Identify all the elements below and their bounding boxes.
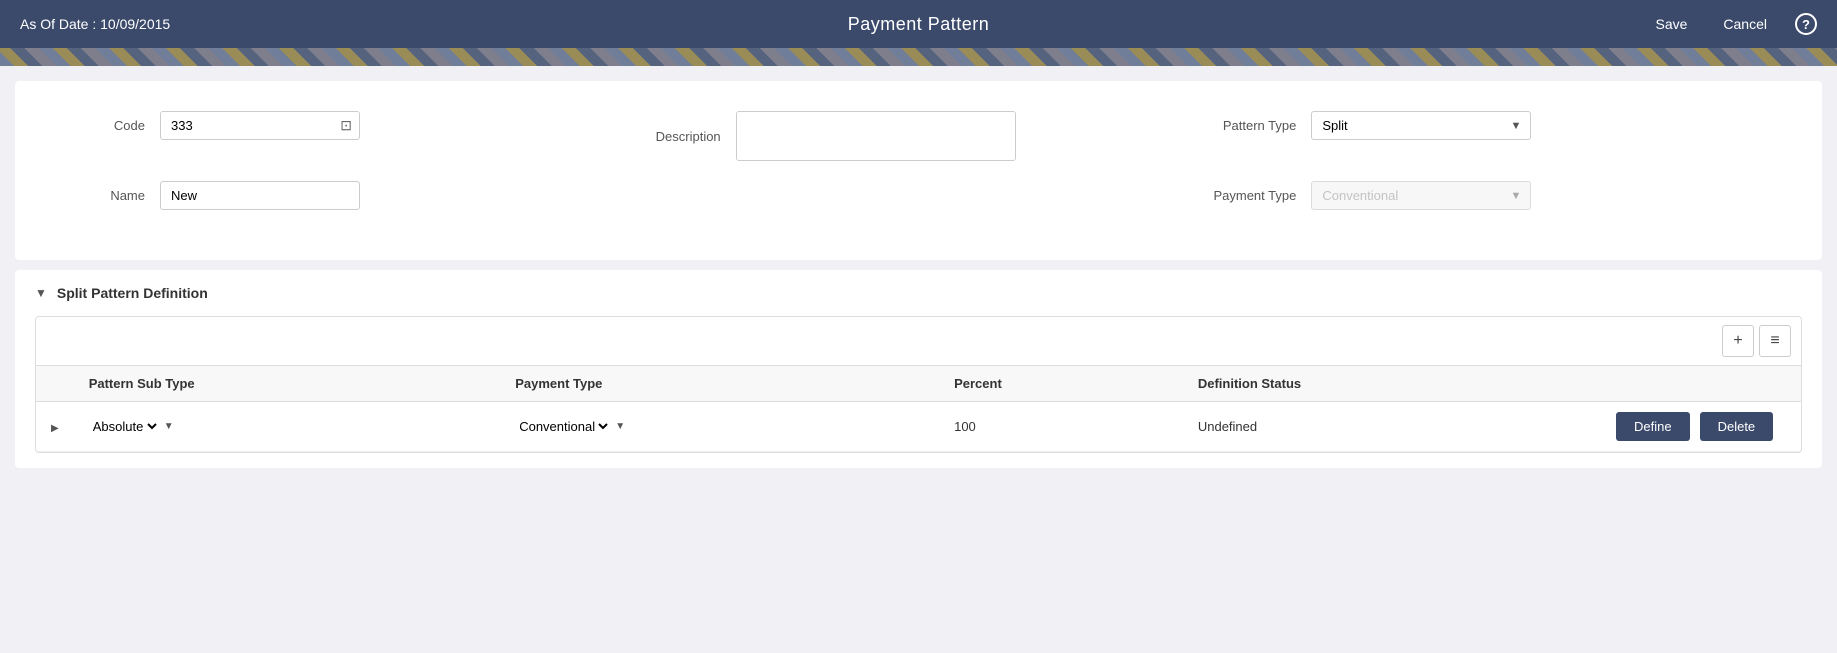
table-toolbar: + ≡	[36, 317, 1801, 365]
table-payment-type-select[interactable]: Conventional FHA VA	[515, 418, 611, 435]
actions-cell: Define Delete	[1601, 402, 1801, 452]
pattern-sub-type-select[interactable]: Absolute Relative	[89, 418, 160, 435]
pattern-sub-type-cell: Absolute Relative ▼	[74, 402, 501, 452]
header-actions: Save Cancel ?	[1647, 12, 1817, 36]
form-row-1: Code ⊡ Description Pattern Type Split St…	[55, 111, 1782, 161]
description-input[interactable]	[736, 111, 1016, 161]
table-container: + ≡ Pattern Sub Type Payment Type Percen…	[35, 316, 1802, 453]
pattern-type-group: Pattern Type Split Standard Other ▼	[1206, 111, 1782, 140]
split-pattern-section: ▼ Split Pattern Definition + ≡ Pattern S…	[15, 270, 1822, 468]
header: As Of Date : 10/09/2015 Payment Pattern …	[0, 0, 1837, 48]
description-label: Description	[631, 129, 721, 144]
payment-type-select-wrapper: Conventional FHA VA ▼	[1311, 181, 1531, 210]
description-group: Description	[631, 111, 1207, 161]
table-row: ▶ Absolute Relative ▼	[36, 402, 1801, 452]
pattern-type-select-wrapper: Split Standard Other ▼	[1311, 111, 1531, 140]
table-payment-type-arrow-icon: ▼	[615, 421, 625, 432]
page-title: Payment Pattern	[848, 14, 990, 35]
table-payment-type-select-wrapper: Conventional FHA VA ▼	[515, 418, 625, 435]
table-header-row: Pattern Sub Type Payment Type Percent De…	[36, 366, 1801, 402]
payment-type-group: Payment Type Conventional FHA VA ▼	[1206, 181, 1782, 210]
pattern-sub-type-arrow-icon: ▼	[164, 421, 174, 432]
row-expand-cell: ▶	[36, 402, 74, 452]
pattern-sub-type-select-wrapper: Absolute Relative ▼	[89, 418, 174, 435]
form-row-2: Name Payment Type Conventional FHA VA ▼	[55, 181, 1782, 210]
delete-button[interactable]: Delete	[1700, 412, 1774, 441]
col-definition-status: Definition Status	[1183, 366, 1601, 402]
save-button[interactable]: Save	[1647, 12, 1695, 36]
col-percent: Percent	[939, 366, 1183, 402]
list-options-button[interactable]: ≡	[1759, 325, 1791, 357]
pattern-type-label: Pattern Type	[1206, 118, 1296, 133]
col-pattern-sub-type: Pattern Sub Type	[74, 366, 501, 402]
payment-type-label: Payment Type	[1206, 188, 1296, 203]
section-header: ▼ Split Pattern Definition	[35, 285, 1802, 301]
main-form: Code ⊡ Description Pattern Type Split St…	[15, 81, 1822, 260]
definition-status-cell: Undefined	[1183, 402, 1601, 452]
decorative-banner	[0, 48, 1837, 66]
row-actions: Define Delete	[1616, 412, 1786, 441]
name-input[interactable]	[160, 181, 360, 210]
col-expand	[36, 366, 74, 402]
name-group: Name	[55, 181, 631, 210]
payment-type-cell: Conventional FHA VA ▼	[500, 402, 939, 452]
col-payment-type: Payment Type	[500, 366, 939, 402]
pattern-table: Pattern Sub Type Payment Type Percent De…	[36, 365, 1801, 452]
add-row-button[interactable]: +	[1722, 325, 1754, 357]
code-input-wrapper: ⊡	[160, 111, 360, 140]
help-button[interactable]: ?	[1795, 13, 1817, 35]
code-group: Code ⊡	[55, 111, 631, 140]
code-input[interactable]	[160, 111, 360, 140]
payment-type-select[interactable]: Conventional FHA VA	[1311, 181, 1531, 210]
cancel-button[interactable]: Cancel	[1715, 12, 1775, 36]
name-label: Name	[55, 188, 145, 203]
percent-cell: 100	[939, 402, 1183, 452]
collapse-icon[interactable]: ▼	[35, 286, 47, 300]
define-button[interactable]: Define	[1616, 412, 1690, 441]
section-title: Split Pattern Definition	[57, 285, 208, 301]
row-expand-icon[interactable]: ▶	[51, 423, 59, 434]
code-icon: ⊡	[340, 117, 352, 134]
as-of-date: As Of Date : 10/09/2015	[20, 16, 170, 32]
code-label: Code	[55, 118, 145, 133]
col-actions	[1601, 366, 1801, 402]
pattern-type-select[interactable]: Split Standard Other	[1311, 111, 1531, 140]
